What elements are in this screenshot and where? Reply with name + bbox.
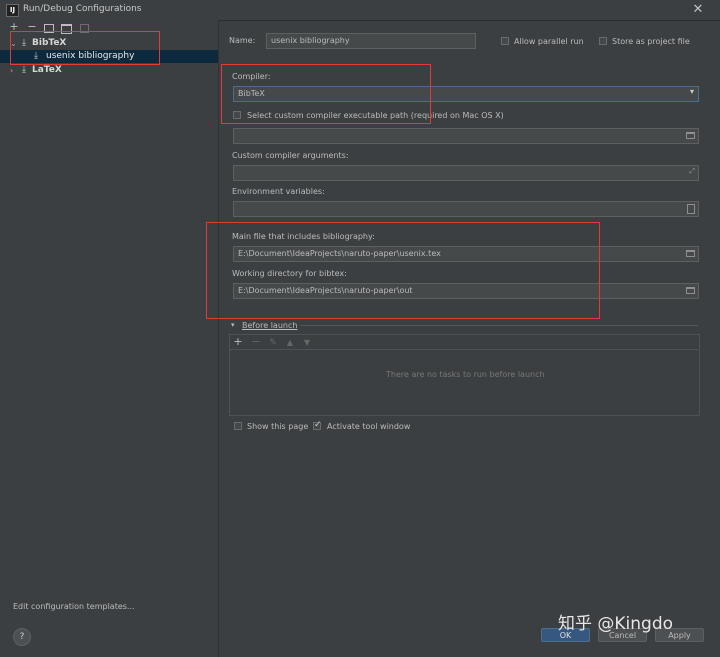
arrow-down-icon[interactable]: ▼: [302, 337, 312, 349]
no-tasks-text: There are no tasks to run before launch: [386, 370, 545, 379]
allow-parallel-label: Allow parallel run: [514, 37, 584, 46]
show-page-label: Show this page: [247, 422, 309, 431]
title-bar: IJ Run/Debug Configurations ✕: [0, 0, 720, 21]
list-icon[interactable]: [687, 204, 695, 214]
help-button[interactable]: ?: [13, 628, 31, 646]
close-icon[interactable]: ✕: [690, 2, 706, 18]
activate-tool-checkbox[interactable]: [313, 420, 322, 430]
remove-task-icon[interactable]: −: [251, 336, 261, 348]
edit-icon[interactable]: ✎: [268, 337, 278, 349]
highlight-box-files: [206, 222, 600, 319]
expand-icon[interactable]: ⤢: [689, 167, 695, 176]
name-value: usenix bibliography: [271, 36, 350, 45]
watermark: 知乎 @Kingdo: [558, 614, 674, 634]
name-label: Name:: [229, 36, 256, 45]
tree-item-latex[interactable]: › ⤓ LaTeX: [0, 64, 218, 77]
configurations-panel: [0, 20, 219, 657]
name-field[interactable]: usenix bibliography: [266, 33, 476, 49]
folder-icon[interactable]: [686, 132, 695, 139]
show-page-checkbox[interactable]: [234, 422, 242, 430]
window-title: Run/Debug Configurations: [23, 4, 142, 14]
before-launch-title[interactable]: Before launch: [242, 321, 297, 330]
folder-icon[interactable]: [686, 250, 695, 257]
tree-item-label: LaTeX: [32, 65, 62, 75]
add-task-icon[interactable]: +: [233, 336, 243, 348]
app-icon: IJ: [6, 4, 19, 17]
folder-icon[interactable]: [686, 287, 695, 294]
chevron-right-icon[interactable]: ›: [10, 64, 13, 77]
download-icon: ⤓: [22, 65, 26, 75]
allow-parallel-checkbox[interactable]: [501, 37, 509, 45]
highlight-box-compiler: [221, 64, 431, 124]
activate-tool-label: Activate tool window: [327, 422, 411, 431]
env-field[interactable]: [233, 201, 699, 217]
highlight-box-tree: [10, 31, 160, 65]
edit-templates-link[interactable]: Edit configuration templates...: [13, 602, 135, 611]
collapse-icon[interactable]: ▾: [231, 321, 235, 329]
arguments-field[interactable]: ⤢: [233, 165, 699, 181]
env-label: Environment variables:: [232, 187, 325, 196]
arrow-up-icon[interactable]: ▲: [285, 337, 295, 349]
separator: [300, 325, 698, 326]
before-launch-toolbar: [229, 334, 698, 350]
arguments-label: Custom compiler arguments:: [232, 151, 349, 160]
store-project-checkbox[interactable]: [599, 37, 607, 45]
store-project-label: Store as project file: [612, 37, 690, 46]
dropdown-arrow-icon[interactable]: ▾: [690, 87, 694, 96]
custom-path-field[interactable]: [233, 128, 699, 144]
